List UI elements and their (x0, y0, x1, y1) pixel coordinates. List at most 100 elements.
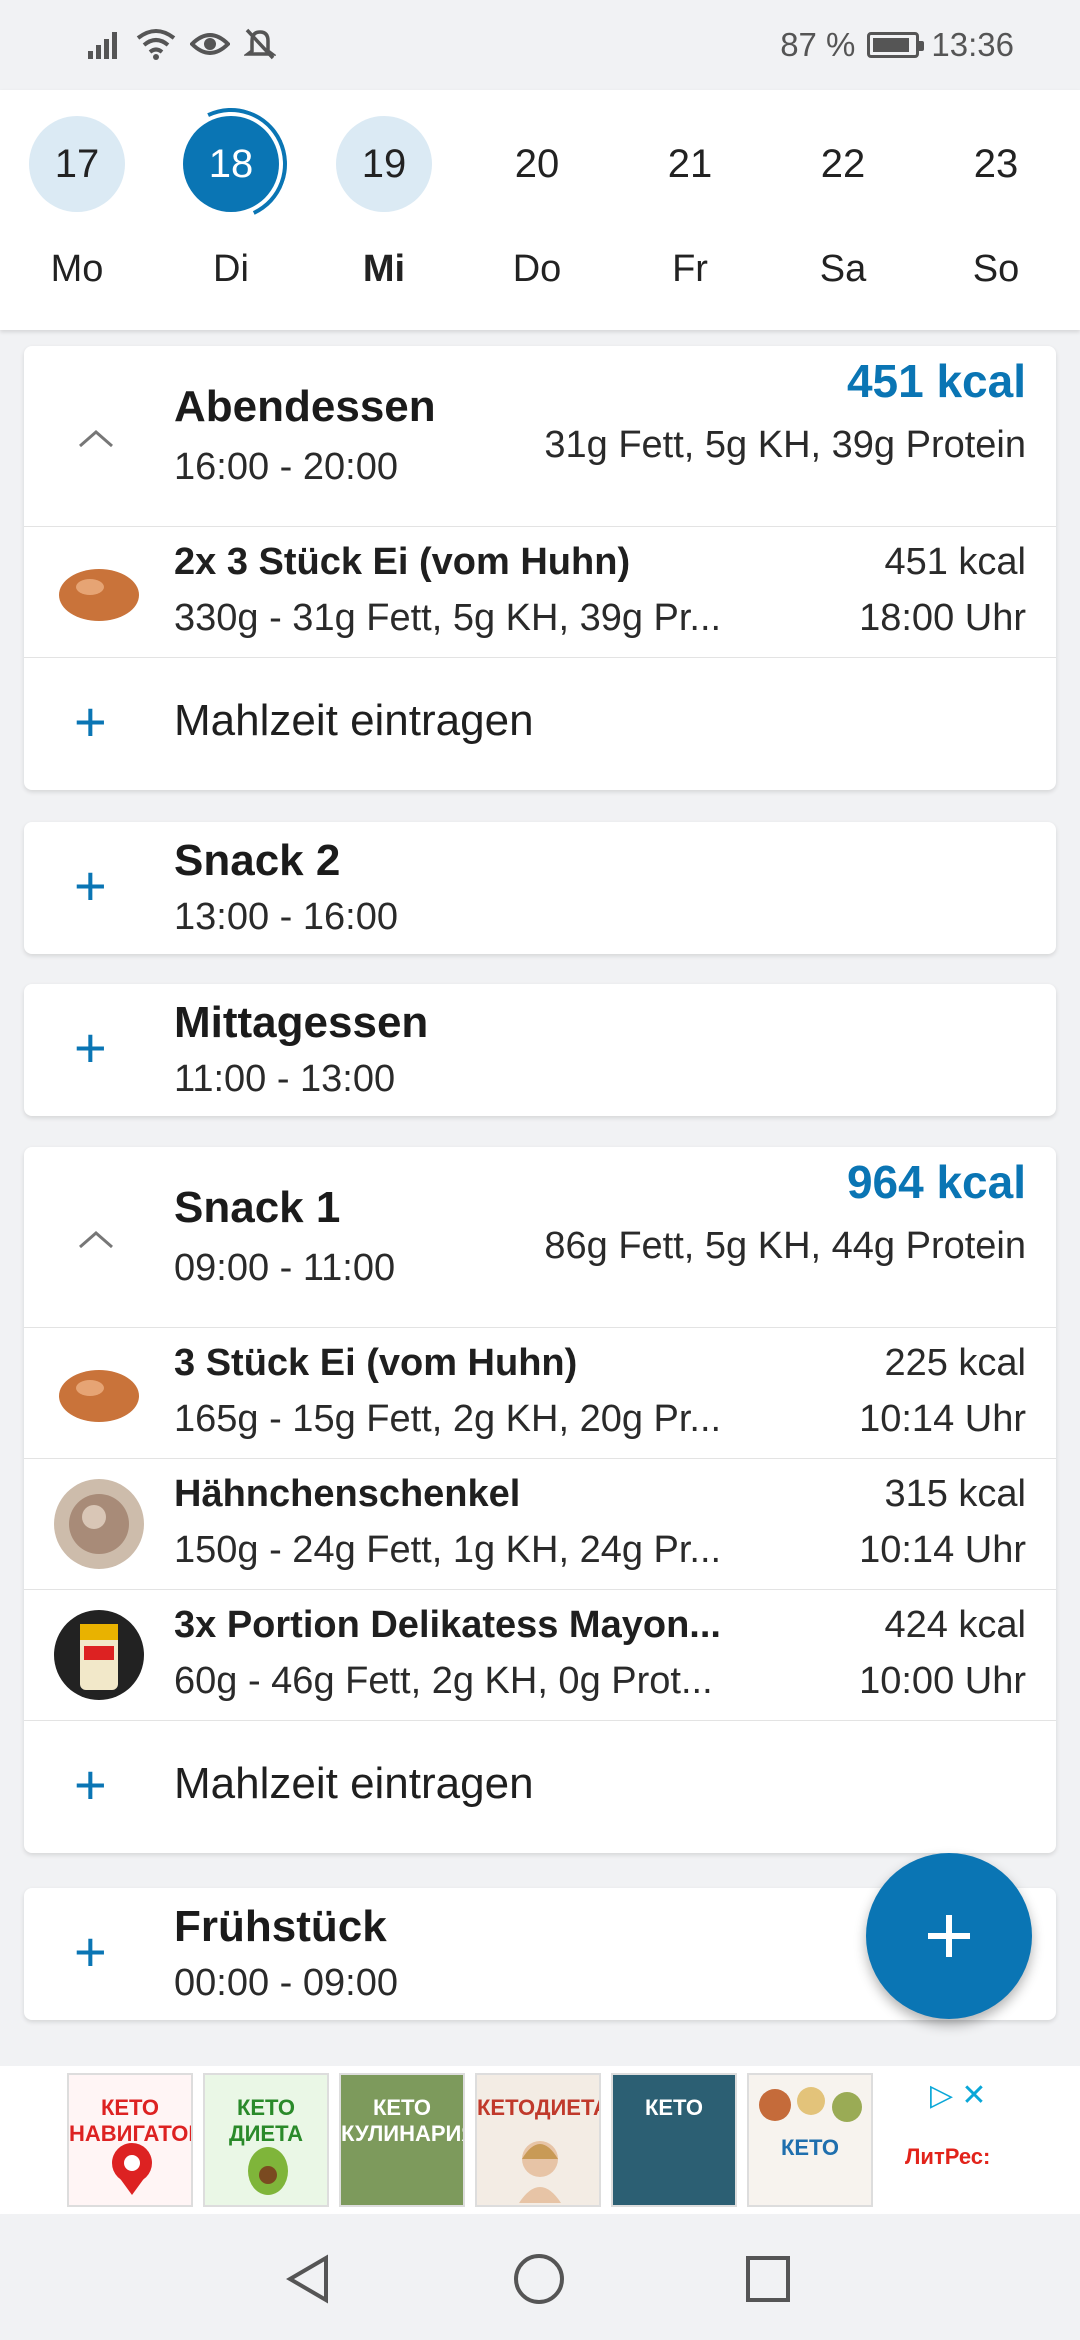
battery-icon (867, 32, 925, 58)
food-detail: 60g - 46g Fett, 2g KH, 0g Prot... (174, 1660, 713, 1702)
add-meal-label: Mahlzeit eintragen (174, 1759, 534, 1808)
food-entry[interactable]: Hähnchenschenkel 150g - 24g Fett, 1g KH,… (24, 1458, 1056, 1589)
wifi-icon (136, 29, 176, 60)
meal-title: Abendessen (174, 382, 436, 431)
meal-title: Frühstück (174, 1902, 387, 1951)
meal-kcal: 451 kcal (846, 355, 1026, 407)
add-meal-button[interactable]: + Mahlzeit eintragen (24, 1720, 1056, 1853)
ad-book-cover[interactable]: КЕТО КУЛИНАРИЯ (339, 2073, 465, 2207)
meal-title: Snack 1 (174, 1183, 341, 1232)
back-icon[interactable] (284, 2254, 332, 2304)
food-detail: 150g - 24g Fett, 1g KH, 24g Pr... (174, 1529, 722, 1571)
plus-icon: + (74, 1016, 107, 1079)
meal-time: 13:00 - 16:00 (174, 896, 398, 938)
meal-macros: 86g Fett, 5g KH, 44g Protein (544, 1225, 1026, 1267)
food-name: 2x 3 Stück Ei (vom Huhn) (174, 541, 631, 583)
day-number: 19 (336, 116, 432, 212)
food-name: Hähnchenschenkel (174, 1473, 521, 1515)
plus-icon: + (74, 690, 107, 753)
meal-time: 09:00 - 11:00 (174, 1247, 396, 1289)
system-navigation-bar (0, 2214, 1080, 2340)
meal-header[interactable]: Snack 1 09:00 - 11:00 964 kcal 86g Fett,… (24, 1147, 1056, 1327)
day-number: 23 (973, 141, 1019, 186)
food-kcal: 225 kcal (884, 1342, 1026, 1384)
day-number: 20 (514, 141, 560, 186)
recent-apps-icon[interactable] (744, 2254, 792, 2304)
meal-time: 00:00 - 09:00 (174, 1962, 398, 2004)
egg-thumbnail (54, 1348, 144, 1438)
plus-icon: + (74, 1753, 107, 1816)
egg-thumbnail (54, 547, 144, 637)
status-icons (88, 24, 276, 64)
day-saturday[interactable]: 22 Sa (793, 116, 893, 316)
home-icon[interactable] (512, 2252, 566, 2306)
day-number: 18 (183, 116, 279, 212)
ad-brand-label: ЛитРес: (905, 2144, 991, 2169)
plus-icon (928, 1915, 970, 1957)
day-label: Fr (672, 248, 708, 290)
mayonnaise-thumbnail (54, 1610, 144, 1700)
day-thursday[interactable]: 20 Do (487, 116, 587, 316)
ad-book-cover[interactable]: КЕТО ДИЕТА (203, 2073, 329, 2207)
day-label: Do (512, 248, 562, 290)
add-fab-button[interactable] (866, 1853, 1032, 2019)
meal-header[interactable]: Abendessen 16:00 - 20:00 451 kcal 31g Fe… (24, 346, 1056, 526)
day-label: Mi (362, 248, 406, 290)
food-kcal: 451 kcal (884, 541, 1026, 583)
day-label: Mo (50, 248, 104, 290)
ad-book-cover[interactable]: КЕТОДИЕТА (475, 2073, 601, 2207)
food-name: 3 Stück Ei (vom Huhn) (174, 1342, 578, 1384)
chevron-up-icon[interactable] (76, 418, 116, 458)
ad-choices-icon[interactable]: ▷ ✕ (930, 2078, 987, 2113)
meal-time: 11:00 - 13:00 (174, 1058, 396, 1100)
meal-card-mittagessen[interactable]: + Mittagessen 11:00 - 13:00 (24, 984, 1056, 1116)
day-label: Sa (819, 248, 867, 290)
meal-time: 16:00 - 20:00 (174, 446, 398, 488)
day-sunday[interactable]: 23 So (946, 116, 1046, 316)
plus-icon: + (74, 854, 107, 917)
meal-macros: 31g Fett, 5g KH, 39g Protein (544, 424, 1026, 466)
week-calendar: 17 Mo 18 Di 19 Mi 20 Do 21 Fr 22 Sa 23 S… (0, 90, 1080, 330)
food-time: 10:14 Uhr (859, 1529, 1026, 1571)
add-meal-label: Mahlzeit eintragen (174, 696, 534, 745)
battery-percentage: 87 % (780, 26, 856, 63)
food-kcal: 424 kcal (884, 1604, 1026, 1646)
chevron-up-icon[interactable] (76, 1219, 116, 1259)
food-kcal: 315 kcal (884, 1473, 1026, 1515)
day-number: 22 (820, 141, 866, 186)
ad-banner[interactable]: КЕТО НАВИГАТОР КЕТО ДИЕТА КЕТО КУЛИНАРИЯ… (0, 2066, 1080, 2214)
chicken-thumbnail (54, 1479, 144, 1569)
signal-icon (88, 32, 117, 59)
ad-book-cover[interactable]: КЕТО НАВИГАТОР (67, 2073, 193, 2207)
plus-icon: + (74, 1920, 107, 1983)
day-wednesday[interactable]: 19 Mi (334, 116, 434, 316)
food-name: 3x Portion Delikatess Mayon... (174, 1604, 721, 1646)
day-label: So (972, 248, 1020, 290)
meal-title: Snack 2 (174, 836, 341, 885)
food-entry[interactable]: 3 Stück Ei (vom Huhn) 165g - 15g Fett, 2… (24, 1327, 1056, 1458)
meal-card-snack2[interactable]: + Snack 2 13:00 - 16:00 (24, 822, 1056, 954)
food-entry[interactable]: 2x 3 Stück Ei (vom Huhn) 330g - 31g Fett… (24, 526, 1056, 657)
day-tuesday[interactable]: 18 Di (181, 116, 281, 316)
meal-title: Mittagessen (174, 998, 429, 1047)
food-time: 18:00 Uhr (859, 597, 1026, 639)
day-monday[interactable]: 17 Mo (27, 116, 127, 316)
status-bar: 87 % 13:36 (0, 0, 1080, 90)
day-friday[interactable]: 21 Fr (640, 116, 740, 316)
day-number: 21 (667, 141, 713, 186)
ad-book-cover[interactable]: КЕТО (611, 2073, 737, 2207)
food-entry[interactable]: 3x Portion Delikatess Mayon... 60g - 46g… (24, 1589, 1056, 1720)
day-number: 17 (29, 116, 125, 212)
food-detail: 330g - 31g Fett, 5g KH, 39g Pr... (174, 597, 722, 639)
meal-card-abendessen: Abendessen 16:00 - 20:00 451 kcal 31g Fe… (24, 346, 1056, 790)
meal-card-snack1: Snack 1 09:00 - 11:00 964 kcal 86g Fett,… (24, 1147, 1056, 1853)
muted-bell-icon (244, 28, 276, 60)
add-meal-button[interactable]: + Mahlzeit eintragen (24, 657, 1056, 790)
ad-book-cover[interactable]: КЕТО (747, 2073, 873, 2207)
clock: 13:36 (931, 26, 1014, 63)
eye-icon (190, 33, 230, 55)
day-label: Di (213, 248, 249, 290)
food-detail: 165g - 15g Fett, 2g KH, 20g Pr... (174, 1398, 722, 1440)
food-time: 10:14 Uhr (859, 1398, 1026, 1440)
meal-kcal: 964 kcal (846, 1156, 1026, 1208)
